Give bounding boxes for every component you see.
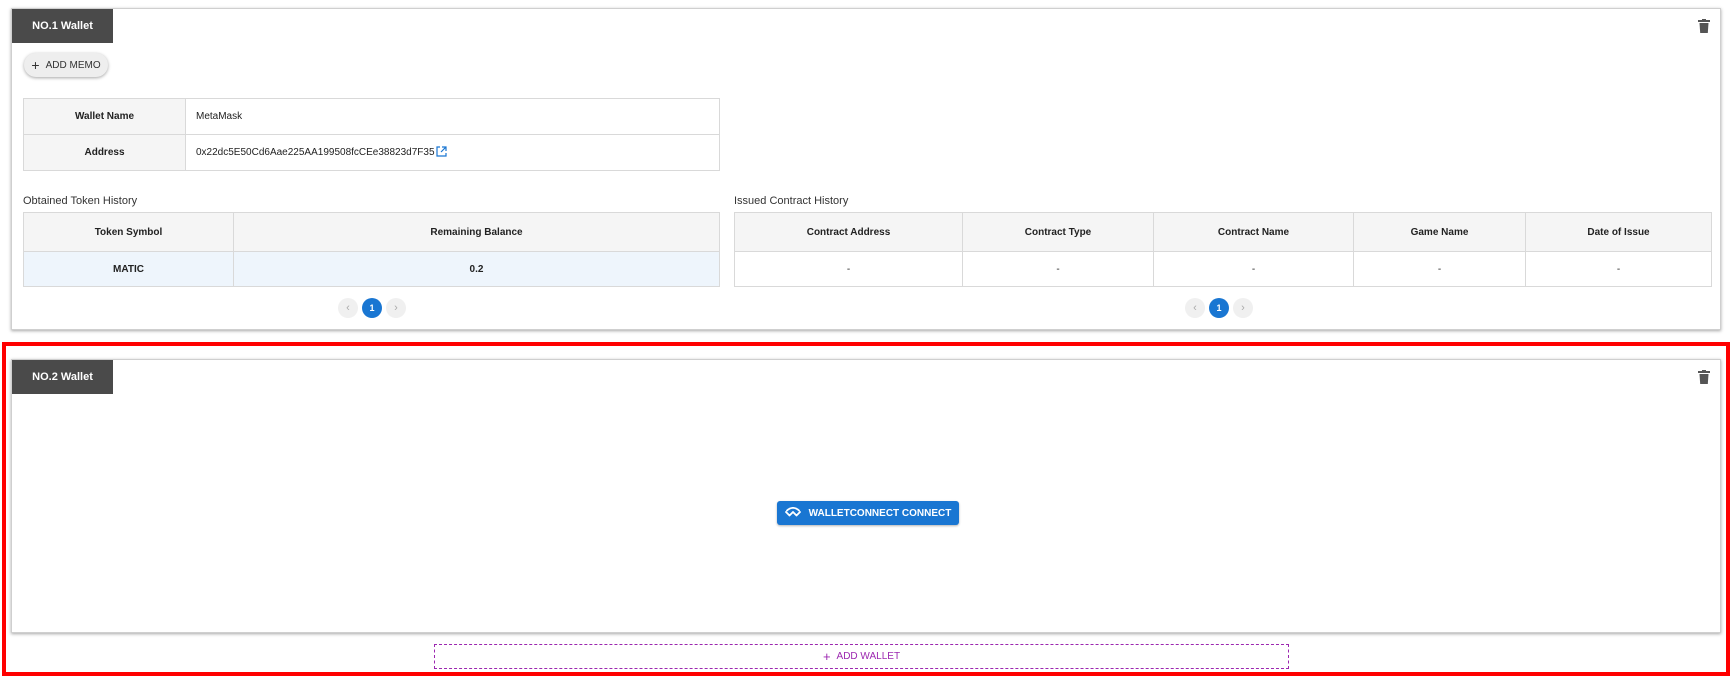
- contract-type-cell: -: [962, 251, 1154, 287]
- token-pagination: ‹ 1 ›: [338, 298, 406, 318]
- wallet-name-value: MetaMask: [185, 98, 720, 135]
- trash-icon[interactable]: [1698, 370, 1710, 384]
- column-header: Contract Address: [734, 212, 963, 252]
- add-memo-button[interactable]: + ADD MEMO: [24, 53, 108, 77]
- column-header: Remaining Balance: [233, 212, 720, 252]
- walletconnect-icon: [784, 506, 801, 520]
- remaining-balance-cell: 0.2: [233, 251, 720, 287]
- wallet-panel-1: NO.1 Wallet + ADD MEMO Wallet Name MetaM…: [11, 8, 1721, 330]
- page-number[interactable]: 1: [362, 298, 382, 318]
- column-header: Game Name: [1353, 212, 1526, 252]
- token-symbol-cell: MATIC: [23, 251, 234, 287]
- wallet-tab: NO.2 Wallet: [12, 360, 113, 394]
- column-header: Contract Name: [1153, 212, 1354, 252]
- table-header-row: Token Symbol Remaining Balance: [23, 212, 720, 252]
- contract-pagination: ‹ 1 ›: [1185, 298, 1253, 318]
- table-header-row: Contract Address Contract Type Contract …: [734, 212, 1712, 252]
- chevron-right-icon[interactable]: ›: [1233, 298, 1253, 318]
- column-header: Date of Issue: [1525, 212, 1712, 252]
- contract-history-table: Contract Address Contract Type Contract …: [734, 212, 1712, 287]
- chevron-right-icon[interactable]: ›: [386, 298, 406, 318]
- chevron-left-icon[interactable]: ‹: [338, 298, 358, 318]
- address-label: Address: [23, 134, 186, 171]
- column-header: Contract Type: [962, 212, 1154, 252]
- trash-icon[interactable]: [1698, 19, 1710, 33]
- contract-history-title: Issued Contract History: [734, 195, 849, 207]
- game-name-cell: -: [1353, 251, 1526, 287]
- contract-name-cell: -: [1153, 251, 1354, 287]
- date-of-issue-cell: -: [1525, 251, 1712, 287]
- page-number[interactable]: 1: [1209, 298, 1229, 318]
- wallet-name-label: Wallet Name: [23, 98, 186, 135]
- wallet-tab: NO.1 Wallet: [12, 9, 113, 43]
- walletconnect-button[interactable]: WALLETCONNECT CONNECT: [777, 501, 959, 525]
- token-history-table: Token Symbol Remaining Balance MATIC 0.2: [23, 212, 720, 287]
- table-row: Wallet Name MetaMask: [23, 98, 720, 135]
- token-history-title: Obtained Token History: [23, 195, 138, 207]
- add-memo-label: ADD MEMO: [45, 59, 101, 71]
- plus-icon: +: [822, 648, 831, 664]
- contract-address-cell: -: [734, 251, 963, 287]
- wallet-panel-2: NO.2 Wallet WALLETCONNECT CONNECT: [11, 359, 1721, 633]
- address-value: 0x22dc5E50Cd6Aae225AA199508fcCEe38823d7F…: [196, 146, 435, 158]
- walletconnect-label: WALLETCONNECT CONNECT: [808, 507, 952, 519]
- chevron-left-icon[interactable]: ‹: [1185, 298, 1205, 318]
- add-wallet-button[interactable]: + ADD WALLET: [434, 644, 1289, 669]
- table-row[interactable]: MATIC 0.2: [23, 251, 720, 287]
- table-row: - - - - -: [734, 251, 1712, 287]
- address-cell: 0x22dc5E50Cd6Aae225AA199508fcCEe38823d7F…: [185, 134, 720, 171]
- column-header: Token Symbol: [23, 212, 234, 252]
- external-link-icon[interactable]: [435, 145, 447, 160]
- plus-icon: +: [31, 57, 40, 73]
- wallet-info-table: Wallet Name MetaMask Address 0x22dc5E50C…: [23, 98, 720, 171]
- table-row: Address 0x22dc5E50Cd6Aae225AA199508fcCEe…: [23, 134, 720, 171]
- add-wallet-label: ADD WALLET: [836, 651, 901, 662]
